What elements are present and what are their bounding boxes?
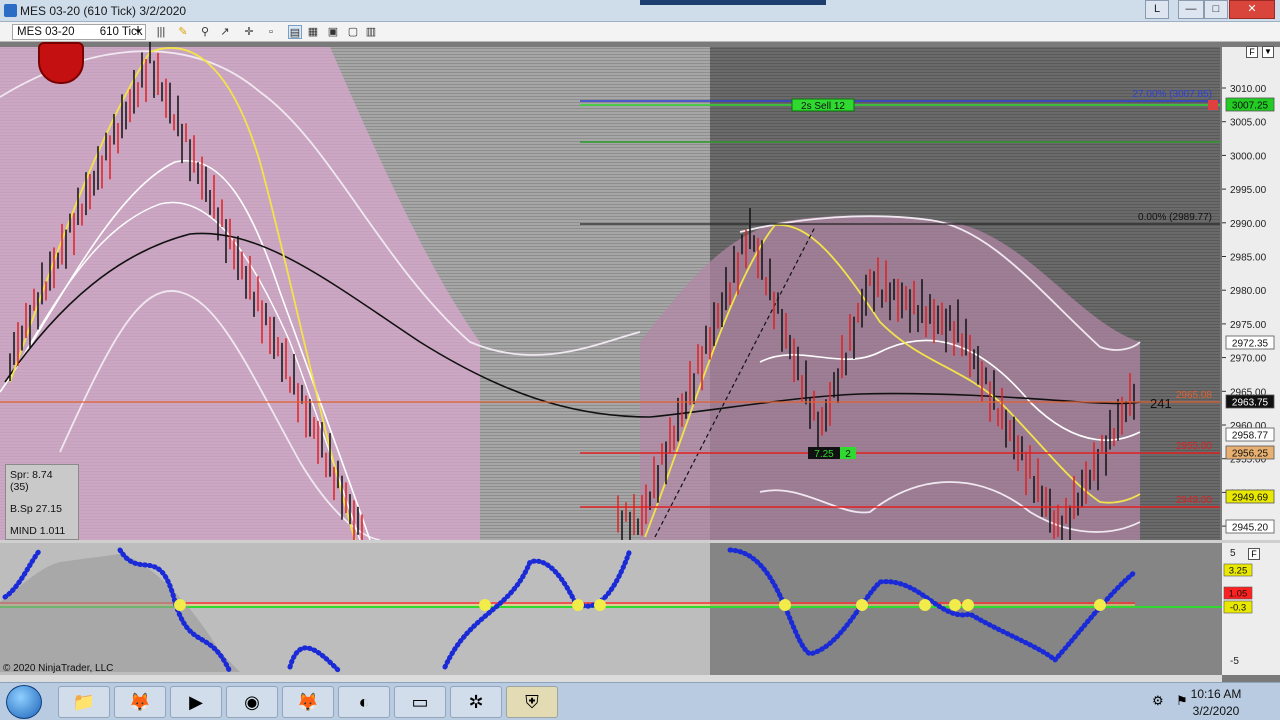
spread-info-box: Spr: 8.74 (35) B.Sp 27.15 MIND 1.011 (5, 464, 79, 540)
trading-app-icon[interactable]: ◐ (338, 686, 390, 718)
fib-zero-text: 0.00% (2989.77) (1138, 212, 1212, 223)
osc-axis-label: -5 (1230, 656, 1239, 667)
window-link-icon[interactable]: ▥ (364, 25, 378, 39)
osc-cross-dot (174, 599, 186, 611)
osc-axis-label: 5 (1230, 548, 1236, 559)
indicators-icon[interactable]: ▤ (288, 25, 302, 39)
window-title: MES 03-20 (610 Tick) 3/2/2020 (20, 4, 187, 18)
osc-cross-dot (479, 599, 491, 611)
fib-lower-text: 2949.00 (1176, 495, 1213, 506)
windows-taskbar: 📁 🦊 ▶ ◉ 🦊 ◐ ▭ ✲ ⛨ ⚙ ⚑ 10:16 AM 3/2/2020 (0, 682, 1280, 720)
entry-price-text: 7.25 (814, 449, 834, 460)
osc-cross-dot (1094, 599, 1106, 611)
price-tag-label: 2972.35 (1232, 339, 1269, 350)
price-axis-label: 2985.00 (1230, 253, 1267, 264)
pencil-icon[interactable]: ✎ (176, 25, 190, 39)
zoom-icon[interactable]: ▫ (264, 25, 278, 39)
minimize-button[interactable]: — (1178, 0, 1204, 19)
close-button[interactable]: ✕ (1229, 0, 1275, 19)
panel-f-button-top[interactable]: F (1246, 46, 1258, 58)
strategies-icon[interactable]: ▦ (306, 25, 320, 39)
spread-text: Spr: 8.74 (35) (10, 469, 53, 493)
sell-order-text: 2s Sell 12 (801, 101, 845, 112)
panel-f-button-bottom[interactable]: F (1248, 548, 1260, 560)
panel-separator[interactable] (0, 540, 1280, 543)
price-axis-label: 2980.00 (1230, 286, 1267, 297)
instrument-label: MES 03-20 (17, 26, 75, 38)
fib-top-text: 27.00% (3007.85) (1132, 89, 1212, 100)
scroll-down-button[interactable]: ▼ (1262, 46, 1274, 58)
price-tag-label: 3007.25 (1232, 101, 1269, 112)
price-chart[interactable]: 27.00% (3007.85) 0.00% (2989.77) 2965.08… (0, 42, 1280, 682)
drawing-tool-icon[interactable]: ⚲ (198, 25, 212, 39)
firefox-icon[interactable]: 🦊 (114, 686, 166, 718)
price-tag-label: 2958.77 (1232, 431, 1269, 442)
bar-type-icon[interactable]: ||| (154, 25, 168, 39)
entry-position-marker[interactable]: 7.25 2 (808, 447, 856, 460)
price-tag-label: 2945.20 (1232, 523, 1269, 534)
title-highlight (640, 0, 826, 5)
fib-low-text: 2955.00 (1176, 441, 1213, 452)
firefox-dev-icon[interactable]: 🦊 (282, 686, 334, 718)
osc-cross-dot (949, 599, 961, 611)
osc-cross-dot (594, 599, 606, 611)
window-titlebar: MES 03-20 (610 Tick) 3/2/2020 L — □ ✕ (0, 0, 1280, 22)
b-spread-text: B.Sp 27.15 (10, 503, 62, 515)
osc-cross-dot (779, 599, 791, 611)
windows-start-icon[interactable] (6, 685, 42, 719)
price-tag-label: 2956.25 (1232, 449, 1269, 460)
price-tag-label: 2949.69 (1232, 493, 1269, 504)
chart-panel[interactable]: 27.00% (3007.85) 0.00% (2989.77) 2965.08… (0, 42, 1280, 682)
chevron-down-icon: ▼ (134, 27, 142, 36)
link-button[interactable]: L (1145, 0, 1169, 19)
clock-date[interactable]: 3/2/2020 (1186, 704, 1246, 718)
copyright-text: © 2020 NinjaTrader, LLC (3, 663, 114, 674)
order-close-box[interactable] (1208, 100, 1218, 110)
notepad-icon[interactable]: ▭ (394, 686, 446, 718)
crosshair-icon[interactable]: ✛ (242, 25, 256, 39)
ninjatrader-icon[interactable]: ⛨ (506, 686, 558, 718)
maximize-button[interactable]: □ (1204, 0, 1228, 19)
osc-tag-label: -0.3 (1230, 603, 1246, 614)
fib-mid-text: 2965.08 (1176, 390, 1213, 401)
entry-qty-text: 2 (845, 449, 851, 460)
price-tag-label: 2963.75 (1232, 398, 1269, 409)
price-axis-label: 2990.00 (1230, 219, 1267, 230)
oscillator-tags: 3.25 1.05 -0.3 (1223, 563, 1253, 614)
osc-cross-dot (919, 599, 931, 611)
price-axis-label: 3010.00 (1230, 84, 1267, 95)
clock-time[interactable]: 10:16 AM (1186, 687, 1246, 701)
lion-logo-icon (38, 42, 84, 84)
network-app-icon[interactable]: ✲ (450, 686, 502, 718)
explorer-icon[interactable]: 📁 (58, 686, 110, 718)
templates-icon[interactable]: ▢ (346, 25, 360, 39)
sell-order-marker[interactable]: 2s Sell 12 (791, 98, 855, 112)
bar-counter-text: 241 (1150, 396, 1172, 411)
instrument-selector[interactable]: MES 03-20 610 Tick ▼ (12, 24, 146, 40)
osc-cross-dot (962, 599, 974, 611)
media-player-icon[interactable]: ▶ (170, 686, 222, 718)
tray-network-icon[interactable]: ⚙ (1152, 693, 1168, 709)
osc-tag-label: 1.05 (1229, 589, 1248, 600)
price-axis-label: 2975.00 (1230, 320, 1267, 331)
time-axis[interactable] (0, 675, 1222, 682)
osc-cross-dot (572, 599, 584, 611)
cursor-icon[interactable]: ↗ (218, 25, 232, 39)
osc-cross-dot (856, 599, 868, 611)
chart-toolbar: MES 03-20 610 Tick ▼ ||| ✎ ⚲ ↗ ✛ ▫ ▤ ▦ ▣… (0, 22, 1280, 42)
chrome-icon[interactable]: ◉ (226, 686, 278, 718)
price-axis-label: 2970.00 (1230, 354, 1267, 365)
app-icon (4, 4, 17, 17)
osc-tag-label: 3.25 (1229, 566, 1248, 577)
properties-icon[interactable]: ▣ (326, 25, 340, 39)
mind-text: MIND 1.011 (10, 525, 66, 537)
price-axis-label: 2995.00 (1230, 185, 1267, 196)
price-axis-label: 3000.00 (1230, 151, 1267, 162)
price-axis-label: 3005.00 (1230, 118, 1267, 129)
